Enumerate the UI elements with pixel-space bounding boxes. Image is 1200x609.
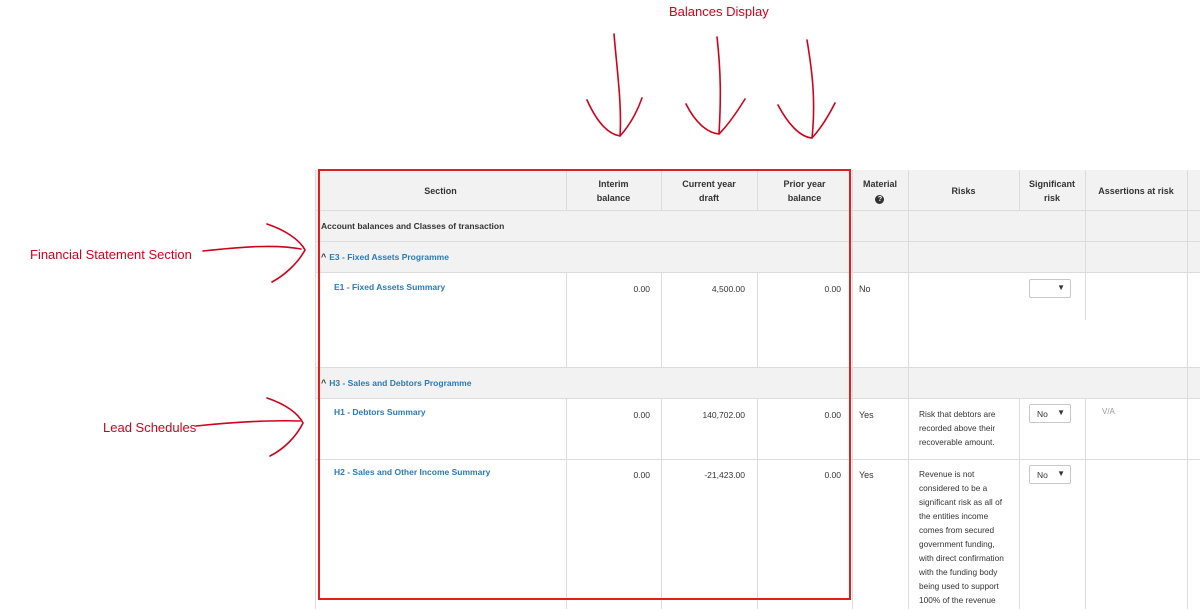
header-risks: Risks	[908, 170, 1019, 211]
header-significant-risk: Significant risk	[1019, 170, 1085, 211]
divider	[1019, 398, 1020, 609]
row-h1-significant-select[interactable]: No ▼	[1029, 404, 1071, 423]
balances-highlight-box	[318, 169, 851, 600]
row-h1-risk: Risk that debtors are recorded above the…	[919, 409, 996, 447]
arrow-prior	[806, 39, 815, 139]
row-h1-material: Yes	[859, 410, 874, 420]
row-h2-risk: Revenue is not considered to be a signif…	[919, 469, 1004, 605]
row-h2-material: Yes	[859, 470, 874, 480]
divider	[1019, 170, 1020, 211]
divider	[1085, 170, 1086, 320]
arrow-fs-section	[202, 245, 302, 252]
row-h2-significant-select[interactable]: No ▼	[1029, 465, 1071, 484]
divider	[908, 170, 909, 609]
arrow-interim	[613, 33, 622, 137]
arrow-current	[716, 36, 722, 135]
arrow-prior-head	[777, 102, 836, 139]
header-overflow	[1187, 170, 1200, 211]
header-material: Material?	[852, 170, 908, 211]
divider	[1187, 170, 1188, 609]
arrow-interim-head	[586, 97, 643, 137]
arrow-current-head	[685, 98, 746, 135]
row-h1-assertions: V/A	[1102, 407, 1115, 416]
row-e1-material: No	[859, 284, 871, 294]
arrow-lead-schedules	[195, 419, 301, 427]
help-icon[interactable]: ?	[875, 194, 885, 204]
arrow-lead-schedules-head	[266, 397, 304, 457]
arrow-fs-section-head	[266, 223, 306, 283]
divider	[315, 170, 316, 609]
header-assertions-at-risk: Assertions at risk	[1085, 170, 1187, 211]
divider	[1085, 398, 1086, 609]
divider	[852, 170, 853, 609]
row-e1-significant-select[interactable]: ▼	[1029, 279, 1071, 298]
